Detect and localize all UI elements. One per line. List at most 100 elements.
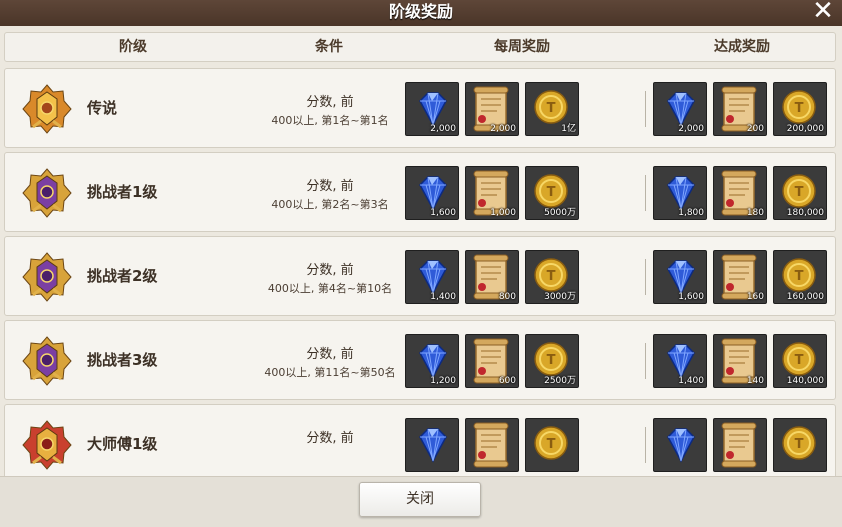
condition-line1: 分数, 前: [306, 263, 354, 278]
svg-text:T: T: [795, 437, 804, 452]
item-quantity: 1,600: [678, 292, 704, 302]
header-condition: 条件: [315, 39, 343, 55]
svg-text:T: T: [547, 101, 556, 116]
svg-text:T: T: [795, 101, 804, 116]
item-quantity: 3000万: [544, 292, 576, 302]
condition-line2: 400以上, 第11名~第50名: [264, 366, 396, 379]
rank-name: 挑战者1级: [87, 183, 158, 201]
rank-name: 传说: [87, 99, 118, 117]
item-quantity: 140,000: [786, 376, 824, 386]
weekly-item-blue-gem-icon[interactable]: [405, 418, 459, 472]
weekly-item-gold-coin-icon[interactable]: T 3000万: [525, 250, 579, 304]
rank-row: 传说 分数, 前 400以上, 第1名~第1名 2,000 2,000 T 1亿 2,000 2…: [4, 68, 836, 148]
item-quantity: 5000万: [544, 208, 576, 218]
footer: 关闭: [0, 476, 842, 527]
close-icon[interactable]: ✕: [810, 0, 836, 25]
item-quantity: 160,000: [786, 292, 824, 302]
item-quantity: 1,600: [430, 208, 456, 218]
condition-line2: 400以上, 第2名~第3名: [271, 198, 389, 211]
rank-row: 挑战者3级 分数, 前 400以上, 第11名~第50名 1,200 600 T 2500万…: [4, 320, 836, 400]
weekly-item-scroll-icon[interactable]: 2,000: [465, 82, 519, 136]
reward-divider: [645, 259, 646, 295]
svg-text:T: T: [547, 353, 556, 368]
rank-row: 挑战者1级 分数, 前 400以上, 第2名~第3名 1,600 1,000 T 5000万…: [4, 152, 836, 232]
rank-row: 大师傅1级 分数, 前 T T: [4, 404, 836, 476]
weekly-item-blue-gem-icon[interactable]: 2,000: [405, 82, 459, 136]
weekly-item-gold-coin-icon[interactable]: T 2500万: [525, 334, 579, 388]
achieve-item-blue-gem-icon[interactable]: 1,800: [653, 166, 707, 220]
svg-text:T: T: [795, 185, 804, 200]
condition-line1: 分数, 前: [306, 347, 354, 362]
reward-divider: [645, 175, 646, 211]
item-quantity: 200: [746, 124, 764, 134]
column-header: 阶级 条件 每周奖励 达成奖励: [4, 32, 836, 62]
item-quantity: 2500万: [544, 376, 576, 386]
weekly-item-blue-gem-icon[interactable]: 1,400: [405, 250, 459, 304]
rank-name: 大师傅1级: [87, 435, 158, 453]
achieve-item-scroll-icon[interactable]: 160: [713, 250, 767, 304]
challenger-badge-icon: [21, 335, 73, 387]
reward-divider: [645, 427, 646, 463]
item-quantity: 160: [746, 292, 764, 302]
challenger-badge-icon: [21, 251, 73, 303]
rank-row: 挑战者2级 分数, 前 400以上, 第4名~第10名 1,400 800 T 3000万 1…: [4, 236, 836, 316]
item-quantity: 180,000: [786, 208, 824, 218]
weekly-item-blue-gem-icon[interactable]: 1,600: [405, 166, 459, 220]
achieve-item-gold-coin-icon[interactable]: T 200,000: [773, 82, 827, 136]
reward-divider: [645, 91, 646, 127]
achieve-item-scroll-icon[interactable]: [713, 418, 767, 472]
rank-list[interactable]: 传说 分数, 前 400以上, 第1名~第1名 2,000 2,000 T 1亿 2,000 2…: [4, 68, 836, 476]
item-quantity: 1亿: [561, 124, 576, 134]
dialog-title: 阶级奖励: [388, 2, 453, 21]
achieve-item-gold-coin-icon[interactable]: T 160,000: [773, 250, 827, 304]
item-quantity: 140: [746, 376, 764, 386]
title-bar: 阶级奖励 ✕: [0, 0, 842, 27]
achieve-item-scroll-icon[interactable]: 200: [713, 82, 767, 136]
item-quantity: 1,800: [678, 208, 704, 218]
challenger-badge-icon: [21, 167, 73, 219]
svg-text:T: T: [547, 185, 556, 200]
header-rank: 阶级: [119, 39, 147, 55]
achieve-item-blue-gem-icon[interactable]: 2,000: [653, 82, 707, 136]
header-achieve-reward: 达成奖励: [714, 39, 770, 55]
condition-line2: 400以上, 第4名~第10名: [267, 282, 393, 295]
weekly-item-gold-coin-icon[interactable]: T 5000万: [525, 166, 579, 220]
header-weekly-reward: 每周奖励: [494, 39, 550, 55]
achieve-item-blue-gem-icon[interactable]: [653, 418, 707, 472]
condition-line2: 400以上, 第1名~第1名: [271, 114, 389, 127]
condition-line1: 分数, 前: [306, 95, 354, 110]
item-quantity: 180: [746, 208, 764, 218]
item-quantity: 600: [498, 376, 516, 386]
achieve-item-gold-coin-icon[interactable]: T 140,000: [773, 334, 827, 388]
weekly-item-scroll-icon[interactable]: 1,000: [465, 166, 519, 220]
weekly-item-gold-coin-icon[interactable]: T 1亿: [525, 82, 579, 136]
weekly-item-scroll-icon[interactable]: 600: [465, 334, 519, 388]
condition-line1: 分数, 前: [306, 431, 354, 446]
item-quantity: 2,000: [490, 124, 516, 134]
item-quantity: 200,000: [786, 124, 824, 134]
weekly-item-blue-gem-icon[interactable]: 1,200: [405, 334, 459, 388]
achieve-item-scroll-icon[interactable]: 180: [713, 166, 767, 220]
weekly-item-gold-coin-icon[interactable]: T: [525, 418, 579, 472]
weekly-item-scroll-icon[interactable]: 800: [465, 250, 519, 304]
item-quantity: 2,000: [678, 124, 704, 134]
legend-badge-icon: [21, 83, 73, 135]
item-quantity: 1,200: [430, 376, 456, 386]
master-badge-icon: [21, 419, 73, 471]
svg-text:T: T: [547, 437, 556, 452]
item-quantity: 1,000: [490, 208, 516, 218]
achieve-item-scroll-icon[interactable]: 140: [713, 334, 767, 388]
svg-text:T: T: [547, 269, 556, 284]
rank-name: 挑战者3级: [87, 351, 158, 369]
svg-text:T: T: [795, 353, 804, 368]
item-quantity: 2,000: [430, 124, 456, 134]
svg-text:T: T: [795, 269, 804, 284]
achieve-item-blue-gem-icon[interactable]: 1,600: [653, 250, 707, 304]
weekly-item-scroll-icon[interactable]: [465, 418, 519, 472]
achieve-item-blue-gem-icon[interactable]: 1,400: [653, 334, 707, 388]
rank-name: 挑战者2级: [87, 267, 158, 285]
item-quantity: 800: [498, 292, 516, 302]
condition-line1: 分数, 前: [306, 179, 354, 194]
achieve-item-gold-coin-icon[interactable]: T 180,000: [773, 166, 827, 220]
achieve-item-gold-coin-icon[interactable]: T: [773, 418, 827, 472]
